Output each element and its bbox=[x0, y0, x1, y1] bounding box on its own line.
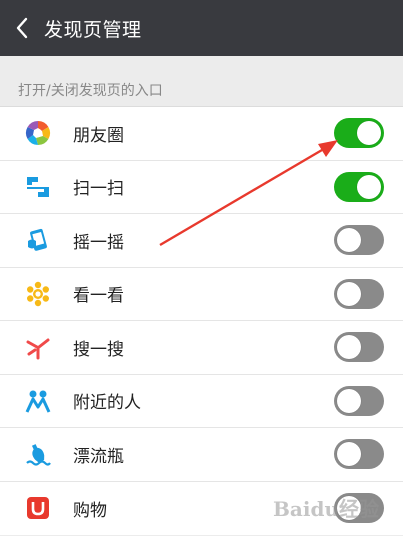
people-nearby-icon bbox=[24, 387, 52, 415]
drift-bottle-icon bbox=[24, 440, 52, 468]
top-stories-icon bbox=[24, 280, 52, 308]
list-item-search: 搜一搜 bbox=[0, 321, 403, 375]
toggle-knob bbox=[337, 281, 361, 306]
moments-icon bbox=[24, 119, 52, 147]
page-title: 发现页管理 bbox=[44, 18, 142, 41]
search-toggle[interactable] bbox=[334, 332, 384, 363]
title-bar: 发现页管理 bbox=[0, 0, 403, 56]
watermark: Baidu经验 bbox=[273, 497, 379, 521]
drift-bottle-toggle[interactable] bbox=[334, 439, 384, 470]
toggle-knob bbox=[357, 174, 381, 199]
list-item-top-stories: 看一看 bbox=[0, 268, 403, 321]
list-item-label: 漂流瓶 bbox=[73, 446, 124, 467]
list-item-label: 购物 bbox=[73, 500, 107, 521]
list-item-shake: 摇一摇 bbox=[0, 214, 403, 268]
search-icon bbox=[24, 333, 52, 361]
toggle-knob bbox=[337, 388, 361, 413]
shopping-icon bbox=[24, 494, 52, 522]
shake-toggle[interactable] bbox=[334, 225, 384, 256]
toggle-knob bbox=[337, 335, 361, 360]
section-label: 打开/关闭发现页的入口 bbox=[18, 83, 163, 99]
back-button[interactable] bbox=[0, 0, 44, 56]
list-item-moments: 朋友圈 bbox=[0, 107, 403, 161]
scan-icon bbox=[24, 173, 52, 201]
toggle-knob bbox=[357, 121, 381, 146]
list-item-label: 扫一扫 bbox=[73, 179, 124, 200]
scan-toggle[interactable] bbox=[334, 171, 384, 202]
shake-icon bbox=[24, 226, 52, 254]
people-nearby-toggle[interactable] bbox=[334, 385, 384, 416]
moments-toggle[interactable] bbox=[334, 118, 384, 149]
list-item-label: 附近的人 bbox=[73, 393, 141, 414]
toggle-knob bbox=[337, 442, 361, 467]
discover-management-page: 发现页管理 打开/关闭发现页的入口 朋友圈 扫一扫 摇一摇 看一看 搜一搜 附近… bbox=[0, 0, 403, 536]
list-item-people-nearby: 附近的人 bbox=[0, 375, 403, 428]
list-item-label: 摇一摇 bbox=[73, 232, 124, 253]
toggle-knob bbox=[337, 228, 361, 253]
list-item-label: 朋友圈 bbox=[73, 125, 124, 146]
list-item-scan: 扫一扫 bbox=[0, 161, 403, 214]
top-stories-toggle[interactable] bbox=[334, 278, 384, 309]
list-item-label: 搜一搜 bbox=[73, 339, 124, 360]
chevron-left-icon bbox=[16, 17, 28, 39]
entry-list: 朋友圈 扫一扫 摇一摇 看一看 搜一搜 附近的人 漂流瓶 购物 bbox=[0, 106, 403, 535]
list-item-label: 看一看 bbox=[73, 286, 124, 307]
list-item-drift-bottle: 漂流瓶 bbox=[0, 428, 403, 482]
